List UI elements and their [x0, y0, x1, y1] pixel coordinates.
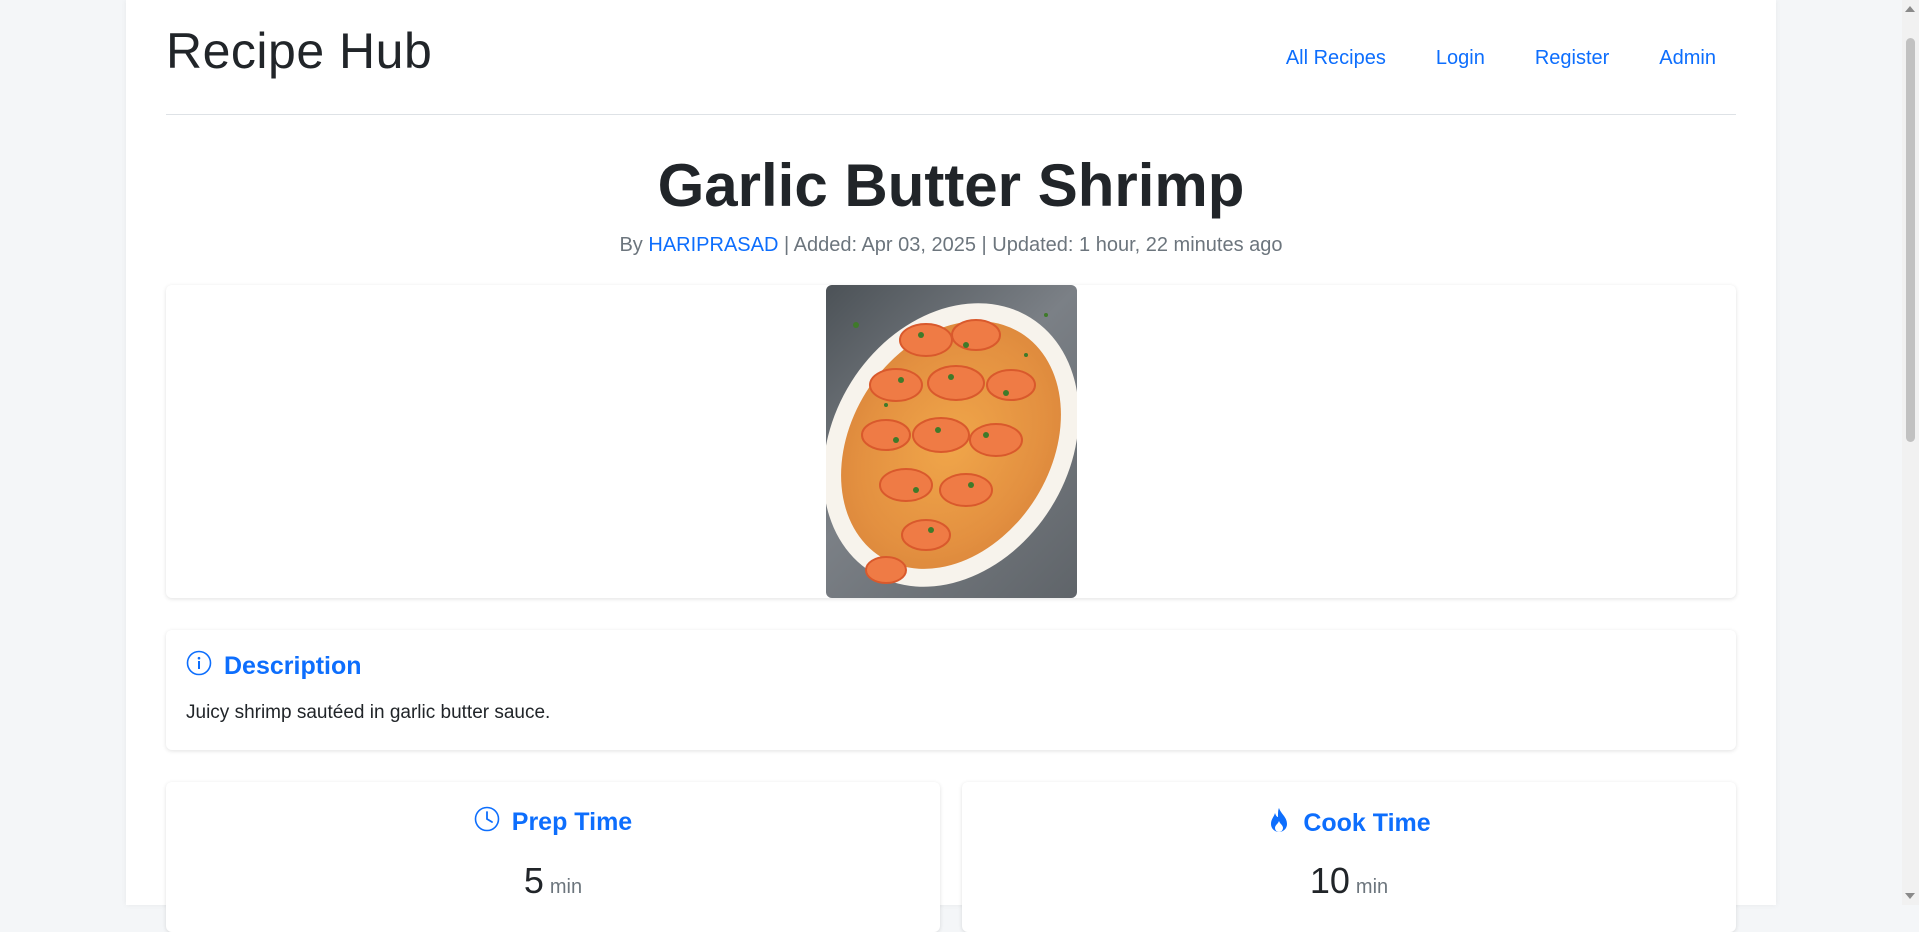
- prep-time-label: Prep Time: [511, 808, 633, 836]
- fire-icon: [1267, 806, 1291, 841]
- prep-time-heading: Prep Time: [166, 806, 940, 839]
- cook-time-unit: min: [1355, 876, 1389, 898]
- recipe-image-card: [166, 285, 1736, 598]
- scroll-up-icon[interactable]: [1905, 6, 1915, 12]
- by-label: By: [619, 234, 643, 256]
- clock-icon: [474, 806, 500, 839]
- nav-register[interactable]: Register: [1535, 47, 1609, 70]
- page-container: Recipe Hub All Recipes Login Register Ad…: [126, 0, 1776, 932]
- scroll-thumb[interactable]: [1906, 38, 1915, 442]
- cook-time-heading: Cook Time: [962, 806, 1736, 841]
- recipe-meta: By HARIPRASAD | Added: Apr 03, 2025 | Up…: [166, 234, 1736, 257]
- dates-text: | Added: Apr 03, 2025 | Updated: 1 hour,…: [783, 234, 1283, 256]
- info-circle-icon: [186, 650, 212, 683]
- recipe-photo: [826, 285, 1077, 598]
- content: Recipe Hub All Recipes Login Register Ad…: [166, 0, 1736, 932]
- nav-all-recipes[interactable]: All Recipes: [1286, 47, 1386, 70]
- brand-logo[interactable]: Recipe Hub: [166, 22, 432, 80]
- time-cards: Prep Time 5 min Cook Time 10 min: [166, 782, 1736, 932]
- nav-admin[interactable]: Admin: [1659, 47, 1716, 70]
- cook-time-value-row: 10 min: [962, 860, 1736, 902]
- prep-time-card: Prep Time 5 min: [166, 782, 940, 932]
- prep-time-unit: min: [549, 876, 583, 898]
- description-heading-label: Description: [224, 652, 362, 680]
- site-header: Recipe Hub All Recipes Login Register Ad…: [166, 0, 1736, 115]
- prep-time-value-row: 5 min: [166, 860, 940, 902]
- page-scrollbar[interactable]: [1902, 0, 1919, 905]
- description-heading: Description: [186, 650, 362, 683]
- recipe-title: Garlic Butter Shrimp: [657, 152, 1245, 219]
- cook-time-value: 10: [1309, 860, 1350, 901]
- description-card: Description Juicy shrimp sautéed in garl…: [166, 630, 1736, 750]
- cook-time-label: Cook Time: [1303, 809, 1431, 837]
- description-text: Juicy shrimp sautéed in garlic butter sa…: [186, 702, 551, 723]
- cook-time-card: Cook Time 10 min: [962, 782, 1736, 932]
- scroll-down-icon[interactable]: [1905, 893, 1915, 899]
- author-link[interactable]: HARIPRASAD: [648, 234, 778, 256]
- prep-time-value: 5: [523, 860, 544, 901]
- main-nav: All Recipes Login Register Admin: [1286, 47, 1716, 70]
- nav-login[interactable]: Login: [1436, 47, 1485, 70]
